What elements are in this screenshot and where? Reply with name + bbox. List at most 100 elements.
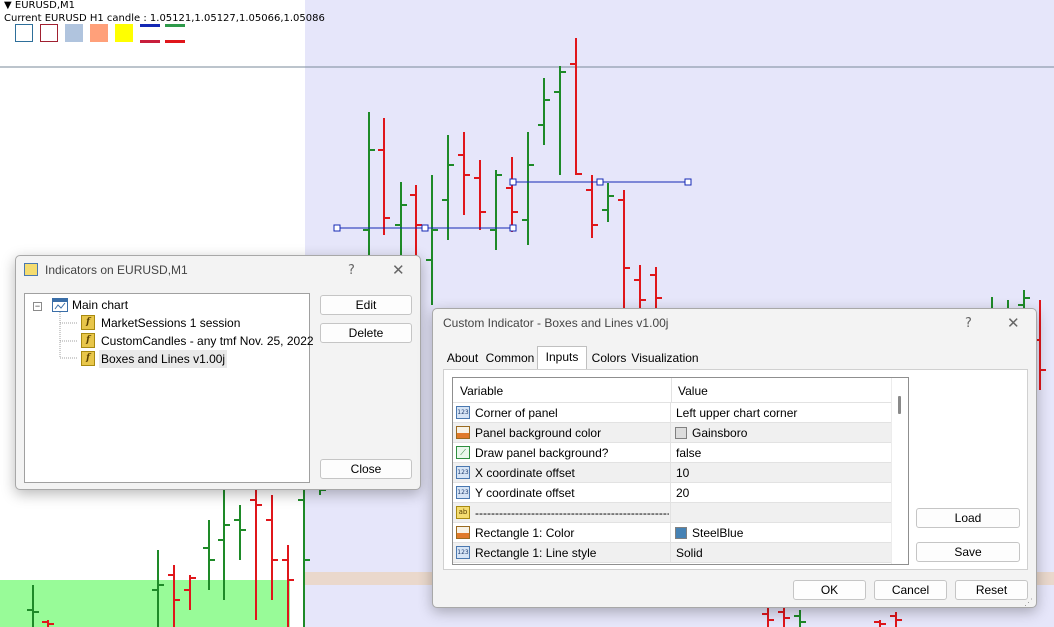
grid-row[interactable]: 123 X coordinate offset 10: [453, 463, 891, 483]
tab-about[interactable]: About: [443, 348, 482, 369]
value-text: 10: [676, 466, 690, 480]
grid-row[interactable]: ab --------------------------------------…: [453, 503, 891, 523]
load-button[interactable]: Load: [916, 508, 1020, 528]
swatch-line-blue-red[interactable]: [140, 24, 160, 44]
string-type-icon: ab: [456, 506, 470, 519]
grid-row[interactable]: Panel background color Gainsboro: [453, 423, 891, 443]
column-value[interactable]: Value: [678, 384, 708, 398]
tree-item-marketsessions[interactable]: MarketSessions 1 session: [101, 314, 240, 332]
number-type-icon: 123: [456, 466, 470, 479]
swatch-lightsalmon[interactable]: [90, 24, 108, 42]
tab-inputs[interactable]: Inputs: [537, 346, 587, 369]
close-icon[interactable]: ✕: [392, 261, 405, 279]
tab-common[interactable]: Common: [484, 348, 536, 369]
variable-name: Panel background color: [475, 426, 602, 440]
number-type-icon: 123: [456, 406, 470, 419]
number-type-icon: 123: [456, 546, 470, 559]
tree-guide-lines: [59, 312, 77, 359]
variable-name: Y coordinate offset: [475, 486, 575, 500]
edit-button[interactable]: Edit: [320, 295, 412, 315]
value-text: Solid: [676, 546, 703, 560]
indicators-dialog: Indicators on EURUSD,M1 ? ✕ − Main chart…: [15, 255, 421, 490]
number-type-icon: 123: [456, 486, 470, 499]
collapse-triangle-icon[interactable]: ▼: [4, 0, 12, 11]
value-cell[interactable]: false: [671, 443, 891, 463]
color-swatch[interactable]: [675, 427, 687, 439]
tree-item-boxes-and-lines[interactable]: Boxes and Lines v1.00j: [99, 350, 228, 368]
tab-colors[interactable]: Colors: [588, 348, 630, 369]
delete-button[interactable]: Delete: [320, 323, 412, 343]
close-button[interactable]: Close: [320, 459, 412, 479]
resize-grip-icon[interactable]: ⋰: [1024, 597, 1033, 608]
variable-name: Corner of panel: [475, 406, 558, 420]
value-text: Left upper chart corner: [676, 406, 798, 420]
symbol-label: ▼ EURUSD,M1: [4, 0, 76, 11]
line-anchor-handle: [509, 224, 517, 232]
value-cell[interactable]: 10: [671, 463, 891, 483]
indicators-dialog-titlebar[interactable]: Indicators on EURUSD,M1 ? ✕: [16, 256, 420, 284]
variable-name: Rectangle 1: Color: [475, 526, 575, 540]
grid-row[interactable]: 123 Y coordinate offset 20: [453, 483, 891, 503]
scrollbar-thumb[interactable]: [898, 396, 901, 414]
line-anchor-handle: [596, 178, 604, 186]
vertical-scrollbar[interactable]: [891, 378, 908, 564]
ok-button[interactable]: OK: [793, 580, 866, 600]
swatch-yellow[interactable]: [115, 24, 133, 42]
variable-cell[interactable]: 123 X coordinate offset: [453, 463, 671, 483]
close-icon[interactable]: ✕: [1007, 314, 1020, 332]
inputs-grid[interactable]: Variable Value 123 Corner of panel Left up…: [452, 377, 909, 565]
help-icon[interactable]: ?: [348, 263, 355, 278]
help-icon[interactable]: ?: [965, 316, 972, 331]
swatch-blue-outline[interactable]: [15, 24, 33, 42]
variable-name: X coordinate offset: [475, 466, 575, 480]
value-cell[interactable]: SteelBlue: [671, 523, 891, 543]
value-cell[interactable]: [671, 503, 891, 523]
grid-row[interactable]: ⟋ Draw panel background? false: [453, 443, 891, 463]
swatch-red-outline[interactable]: [40, 24, 58, 42]
grid-header: Variable Value: [453, 378, 891, 403]
indicators-dialog-title: Indicators on EURUSD,M1: [45, 263, 188, 277]
line-anchor-handle: [421, 224, 429, 232]
tab-visualization[interactable]: Visualization: [631, 348, 699, 369]
grid-row[interactable]: Rectangle 1: Color SteelBlue: [453, 523, 891, 543]
variable-cell[interactable]: Rectangle 1: Color: [453, 523, 671, 543]
variable-cell[interactable]: 123 Rectangle 1: Line style: [453, 543, 671, 563]
variable-cell[interactable]: 123 Y coordinate offset: [453, 483, 671, 503]
indicator-function-icon: f: [81, 333, 95, 348]
color-type-icon: [456, 526, 470, 539]
value-cell[interactable]: Gainsboro: [671, 423, 891, 443]
column-divider[interactable]: [671, 378, 672, 403]
session-band-green: [0, 580, 290, 627]
value-text: Gainsboro: [692, 426, 748, 440]
color-swatch[interactable]: [675, 527, 687, 539]
swatch-line-green-red[interactable]: [165, 24, 185, 44]
line-anchor-handle: [333, 224, 341, 232]
cancel-button[interactable]: Cancel: [874, 580, 947, 600]
variable-cell[interactable]: Panel background color: [453, 423, 671, 443]
custom-dialog-titlebar[interactable]: Custom Indicator - Boxes and Lines v1.00…: [433, 309, 1036, 337]
value-cell[interactable]: Solid: [671, 543, 891, 563]
value-text: false: [676, 446, 702, 460]
value-cell[interactable]: 20: [671, 483, 891, 503]
value-text: 20: [676, 486, 690, 500]
swatch-lightsteelblue[interactable]: [65, 24, 83, 42]
variable-name: ----------------------------------------…: [475, 506, 669, 520]
value-cell[interactable]: Left upper chart corner: [671, 403, 891, 423]
line-anchor-handle: [509, 178, 517, 186]
custom-indicator-dialog: Custom Indicator - Boxes and Lines v1.00…: [432, 308, 1037, 608]
save-button[interactable]: Save: [916, 542, 1020, 562]
indicator-function-icon: f: [81, 351, 95, 366]
reset-button[interactable]: Reset: [955, 580, 1028, 600]
variable-cell[interactable]: ab --------------------------------------…: [453, 503, 671, 523]
value-text: SteelBlue: [692, 526, 744, 540]
indicators-tree[interactable]: − Main chart f MarketSessions 1 session …: [24, 293, 314, 483]
column-variable[interactable]: Variable: [460, 384, 503, 398]
variable-cell[interactable]: ⟋ Draw panel background?: [453, 443, 671, 463]
candle-info-label: Current EURUSD H1 candle : 1.05121,1.051…: [4, 13, 325, 24]
tree-item-customcandles[interactable]: CustomCandles - any tmf Nov. 25, 2022: [101, 332, 314, 350]
variable-cell[interactable]: 123 Corner of panel: [453, 403, 671, 423]
grid-row[interactable]: 123 Corner of panel Left upper chart corne…: [453, 403, 891, 423]
tab-bar: About Common Inputs Colors Visualization: [443, 346, 1028, 370]
grid-row[interactable]: 123 Rectangle 1: Line style Solid: [453, 543, 891, 563]
line-anchor-handle: [684, 178, 692, 186]
